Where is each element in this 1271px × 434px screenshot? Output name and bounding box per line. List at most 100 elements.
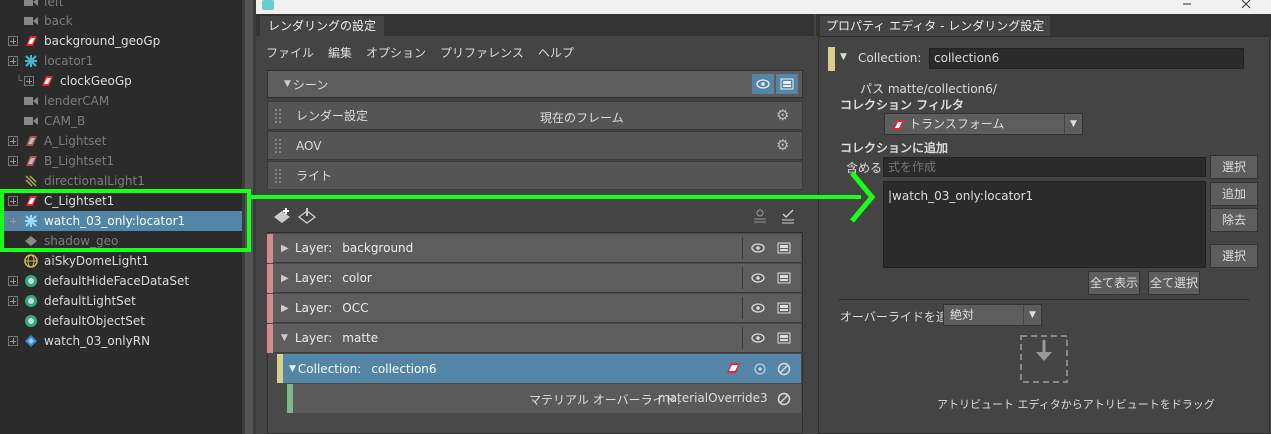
override-type-dropdown[interactable]: 絶対 ▼ xyxy=(943,304,1042,326)
set-icon xyxy=(727,363,740,373)
expand-icon[interactable] xyxy=(8,156,18,166)
expand-arrow-icon[interactable]: ▶ xyxy=(281,303,291,314)
outliner-item[interactable]: defaultLightSet xyxy=(0,291,242,311)
collection-name-field[interactable]: collection6 xyxy=(929,48,1244,69)
property-editor-tab[interactable]: プロパティ エディタ - レンダリング設定 xyxy=(820,16,1051,36)
layer-row[interactable]: ▼ Layer: matte xyxy=(267,323,801,353)
checklist-icon[interactable] xyxy=(780,208,796,226)
outliner-item[interactable]: directionalLight1 xyxy=(0,171,242,191)
menu-preferences[interactable]: プリファレンス xyxy=(440,44,524,61)
collapse-arrow-icon[interactable]: ▼ xyxy=(840,52,847,62)
layer-row[interactable]: ▶ Layer: color xyxy=(267,263,801,293)
render-settings-item[interactable]: レンダー設定 現在のフレーム ⚙ xyxy=(267,101,803,130)
skydome-icon xyxy=(24,254,38,268)
collapse-arrow-icon[interactable]: ▼ xyxy=(284,79,291,89)
collection-row-selected[interactable]: ▼ Collection: collection6 xyxy=(277,354,801,383)
collapse-arrow-icon[interactable]: ▼ xyxy=(281,333,291,343)
remove-button[interactable]: 除去 xyxy=(1210,208,1258,232)
menu-help[interactable]: ヘルプ xyxy=(538,44,574,61)
chevron-down-icon[interactable]: ▼ xyxy=(1064,114,1082,134)
set-icon xyxy=(24,34,38,48)
outliner-item[interactable]: aiSkyDomeLight1 xyxy=(0,251,242,271)
minimize-icon[interactable] xyxy=(1181,0,1193,10)
outliner-item[interactable]: background_geoGp xyxy=(0,31,242,51)
render-clapper-icon[interactable] xyxy=(773,268,795,288)
render-clapper-icon[interactable] xyxy=(773,238,795,258)
scene-header[interactable]: ▼ シーン xyxy=(267,70,803,98)
layer-prefix: Layer: xyxy=(295,301,333,315)
aov-item[interactable]: AOV ⚙ xyxy=(267,131,803,160)
disable-icon[interactable] xyxy=(777,362,791,376)
expand-icon[interactable] xyxy=(8,276,18,286)
outliner-item[interactable]: B_Lightset1 xyxy=(0,151,242,171)
object-set-icon xyxy=(24,274,38,288)
expand-arrow-icon[interactable]: ▶ xyxy=(281,273,291,284)
outliner-item[interactable]: lenderCAM xyxy=(0,91,242,111)
filter-layers-icon[interactable] xyxy=(752,208,768,226)
list-item[interactable]: |watch_03_only:locator1 xyxy=(888,188,1205,204)
drag-grip-icon[interactable] xyxy=(274,107,282,124)
render-clapper-icon[interactable] xyxy=(776,74,798,94)
divider xyxy=(838,299,1250,300)
drop-target-icon[interactable] xyxy=(1019,334,1069,384)
menu-edit[interactable]: 編集 xyxy=(328,44,352,61)
render-clapper-icon[interactable] xyxy=(773,328,795,348)
outliner-item-label: directionalLight1 xyxy=(44,174,145,188)
outliner-item[interactable]: CAM_B xyxy=(0,111,242,131)
expand-icon[interactable] xyxy=(8,336,18,346)
expression-input[interactable] xyxy=(883,157,1206,177)
outliner-item[interactable]: └ clockGeoGp xyxy=(0,71,242,91)
isolate-icon[interactable] xyxy=(753,362,767,376)
expand-arrow-icon[interactable]: ▶ xyxy=(281,243,291,254)
layer-row[interactable]: ▶ Layer: background xyxy=(267,233,801,263)
expand-icon[interactable] xyxy=(24,76,35,86)
layer-prefix: Layer: xyxy=(295,241,333,255)
visibility-eye-icon[interactable] xyxy=(752,74,774,94)
visibility-eye-icon[interactable] xyxy=(747,238,769,258)
render-clapper-icon[interactable] xyxy=(773,298,795,318)
disable-icon[interactable] xyxy=(777,392,791,406)
outliner-item[interactable]: locator1 xyxy=(0,51,242,71)
outliner-item[interactable]: back xyxy=(0,11,242,31)
chevron-down-icon[interactable]: ▼ xyxy=(1023,305,1041,325)
layer-name: color xyxy=(342,271,372,285)
outliner-item[interactable]: watch_03_onlyRN xyxy=(0,331,242,351)
close-icon[interactable] xyxy=(1240,0,1252,10)
menu-options[interactable]: オプション xyxy=(366,44,426,61)
collection-members-list[interactable]: |watch_03_only:locator1 xyxy=(883,181,1206,268)
render-setup-tab[interactable]: レンダリングの設定 xyxy=(260,16,385,36)
outliner-item[interactable]: defaultHideFaceDataSet xyxy=(0,271,242,291)
expand-icon[interactable] xyxy=(8,36,18,46)
expand-icon[interactable] xyxy=(8,136,18,146)
select-button[interactable]: 選択 xyxy=(1210,155,1258,179)
drag-grip-icon[interactable] xyxy=(274,137,282,154)
create-layer-icon[interactable] xyxy=(272,207,292,225)
lights-item[interactable]: ライト xyxy=(267,161,803,190)
collection-filter-dropdown[interactable]: トランスフォーム ▼ xyxy=(884,113,1083,135)
menu-file[interactable]: ファイル xyxy=(266,44,314,61)
show-all-button[interactable]: 全て表示 xyxy=(1088,271,1140,295)
outliner-item-label: aiSkyDomeLight1 xyxy=(44,254,150,268)
object-set-icon xyxy=(24,294,38,308)
add-button[interactable]: 追加 xyxy=(1210,182,1258,206)
import-icon[interactable] xyxy=(297,207,317,225)
collapse-arrow-icon[interactable]: ▼ xyxy=(289,364,296,374)
visibility-eye-icon[interactable] xyxy=(747,298,769,318)
outliner-item[interactable]: A_Lightset xyxy=(0,131,242,151)
select-members-button[interactable]: 選択 xyxy=(1210,244,1258,268)
outliner-item-label: defaultLightSet xyxy=(44,294,136,308)
drag-grip-icon[interactable] xyxy=(274,167,282,184)
collapse-icon[interactable] xyxy=(8,56,18,66)
render-setup-menubar: ファイル 編集 オプション プリファレンス ヘルプ xyxy=(266,44,574,61)
gear-icon[interactable]: ⚙ xyxy=(776,138,790,153)
gear-icon[interactable]: ⚙ xyxy=(776,108,790,123)
layer-name: OCC xyxy=(342,301,369,315)
visibility-eye-icon[interactable] xyxy=(747,268,769,288)
select-all-button[interactable]: 全て選択 xyxy=(1148,271,1200,295)
material-override-row[interactable]: マテリアル オーバーライド: materialOverride3 xyxy=(287,384,801,413)
visibility-eye-icon[interactable] xyxy=(747,328,769,348)
outliner-item[interactable]: defaultObjectSet xyxy=(0,311,242,331)
layer-row[interactable]: ▶ Layer: OCC xyxy=(267,293,801,323)
material-override-value: materialOverride3 xyxy=(658,391,768,405)
expand-icon[interactable] xyxy=(8,296,18,306)
